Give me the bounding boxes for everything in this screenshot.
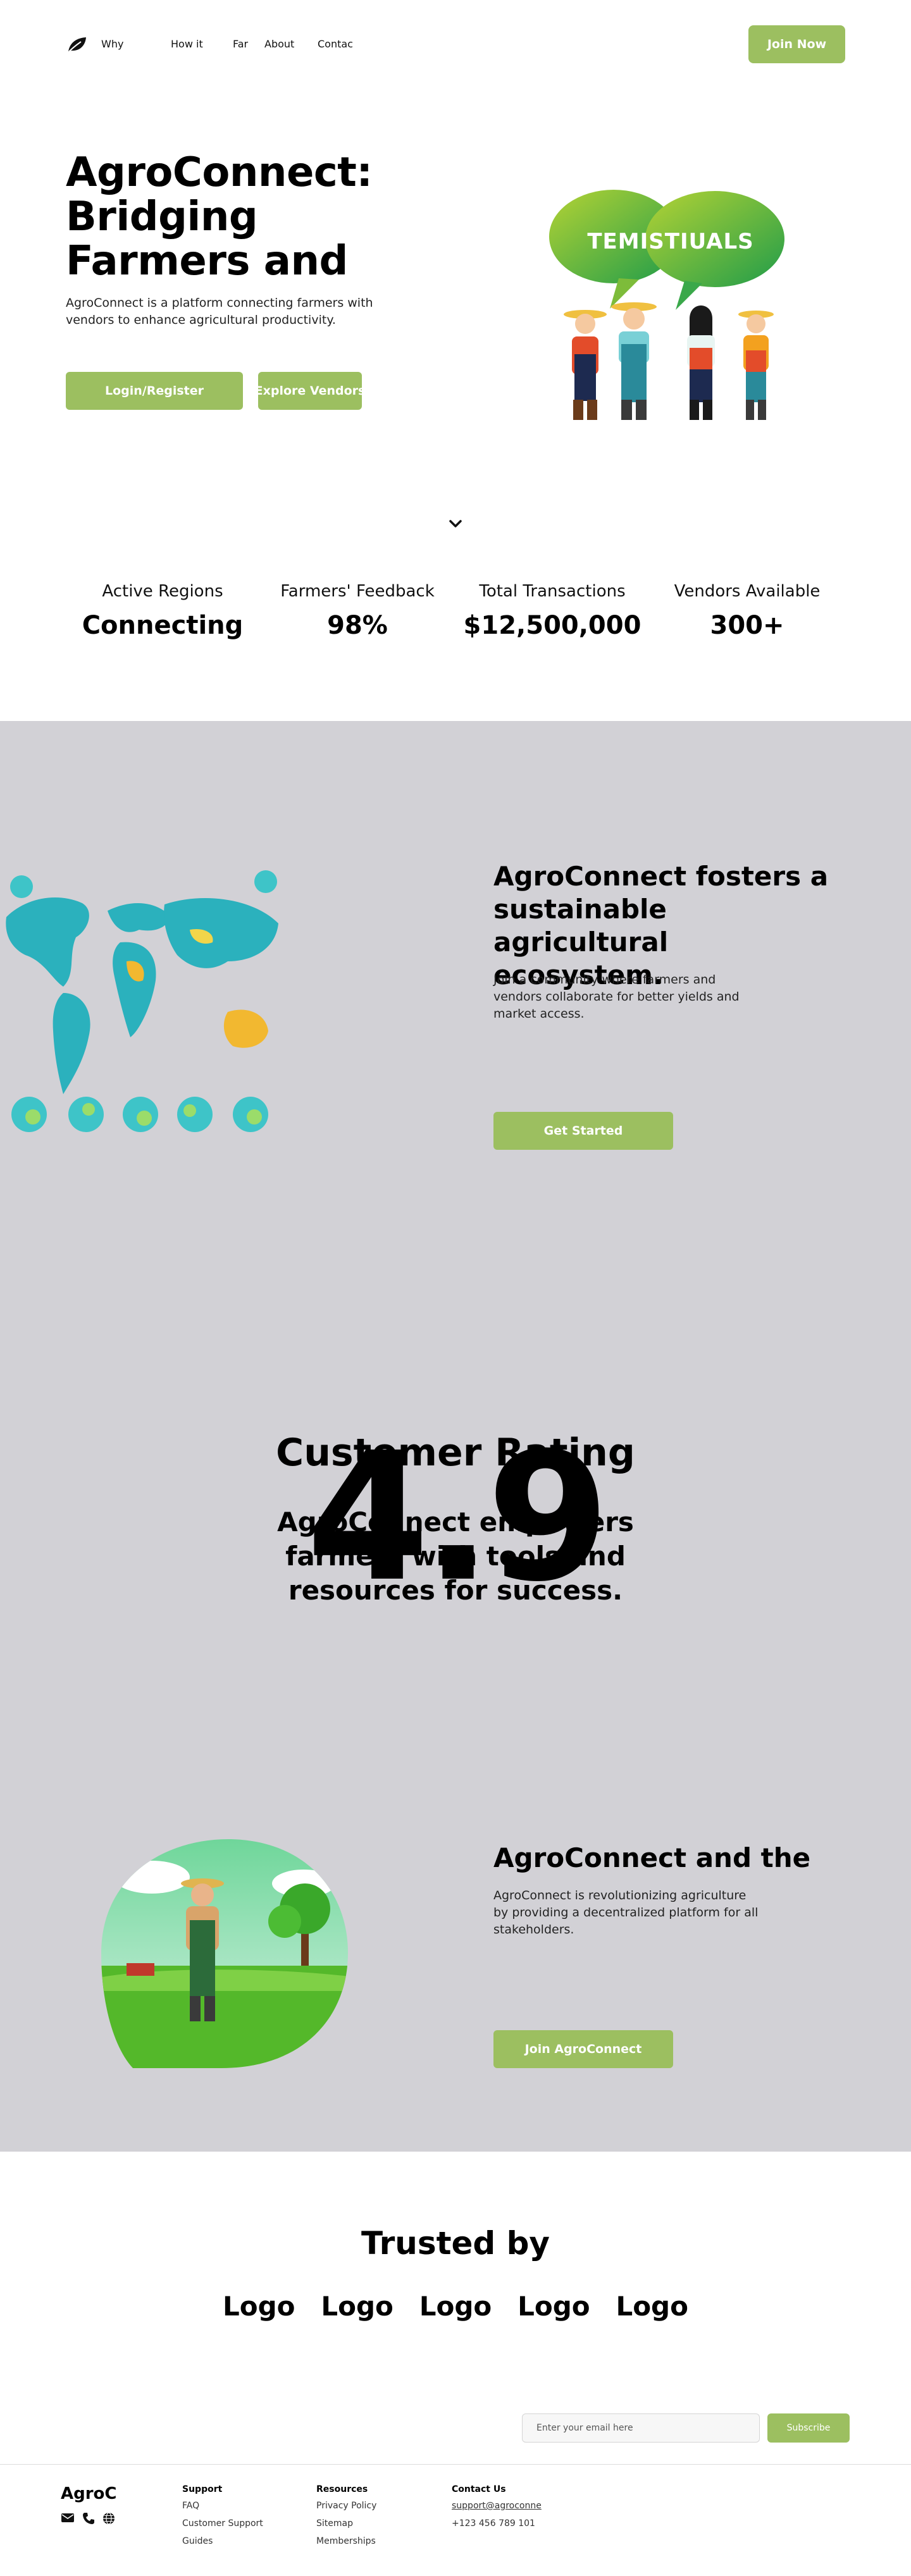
footer-link-customer-support[interactable]: Customer Support	[182, 2518, 309, 2529]
footer-resources-column: Resources Privacy Policy Sitemap Members…	[316, 2484, 443, 2554]
partner-logo: Logo	[616, 2291, 688, 2322]
stat-value-farmers-feedback: 98%	[327, 611, 388, 640]
farmers-illustration: TEMISTIUALS	[544, 185, 797, 450]
envelope-icon[interactable]	[61, 2512, 75, 2524]
top-navigation: Why How it Far About Contac Join Now	[0, 0, 911, 89]
footer-link-privacy-policy[interactable]: Privacy Policy	[316, 2501, 443, 2511]
nav-link-how-it-works[interactable]: How it	[171, 38, 203, 50]
explore-vendors-button[interactable]: Explore Vendors	[258, 372, 362, 410]
nav-link-why[interactable]: Why	[101, 38, 123, 50]
get-started-button[interactable]: Get Started	[493, 1112, 673, 1150]
subscribe-button[interactable]: Subscribe	[767, 2413, 850, 2443]
email-input[interactable]	[522, 2413, 760, 2443]
footer-support-column: Support FAQ Customer Support Guides	[182, 2484, 309, 2554]
footer-support-heading: Support	[182, 2484, 223, 2494]
footer-brand[interactable]: AgroC	[61, 2484, 117, 2503]
footer-contact-heading: Contact Us	[452, 2484, 506, 2494]
rating-value: 4.9	[306, 1415, 610, 1621]
speech-bubbles-farmers-icon	[549, 190, 784, 420]
footer-link-memberships[interactable]: Memberships	[316, 2536, 443, 2546]
join-now-button[interactable]: Join Now	[748, 25, 845, 63]
farmer-field-illustration	[95, 1839, 354, 2068]
future-subtitle: AgroConnect is revolutionizing agricultu…	[493, 1889, 759, 1937]
nav-link-farmers[interactable]: Far	[233, 38, 248, 50]
partner-logo: Logo	[517, 2291, 590, 2322]
footer-contact-phone[interactable]: +123 456 789 101	[452, 2518, 578, 2529]
login-register-button[interactable]: Login/Register	[66, 372, 243, 410]
footer-link-sitemap[interactable]: Sitemap	[316, 2518, 443, 2529]
footer-contact-email[interactable]: support@agroconne	[452, 2501, 578, 2511]
farmer-in-field-icon	[101, 1839, 348, 2068]
speech-bubble-text: TEMISTIUALS	[587, 229, 754, 254]
nav-link-about[interactable]: About	[264, 38, 294, 50]
ecosystem-subtitle: Join a community where farmers and vendo…	[493, 973, 740, 1021]
stat-label-total-transactions: Total Transactions	[479, 582, 626, 601]
partner-logo: Logo	[321, 2291, 394, 2322]
future-title: AgroConnect and the	[493, 1842, 811, 1873]
join-agroconnect-button[interactable]: Join AgroConnect	[493, 2030, 673, 2068]
footer-social-icons	[61, 2512, 115, 2525]
footer-link-guides[interactable]: Guides	[182, 2536, 309, 2546]
chevron-down-icon[interactable]	[447, 517, 464, 530]
footer-resources-heading: Resources	[316, 2484, 368, 2494]
trusted-title: Trusted by	[361, 2225, 550, 2262]
partner-logos: Logo Logo Logo Logo Logo	[223, 2291, 688, 2322]
hero-subtitle: AgroConnect is a platform connecting far…	[66, 296, 373, 327]
footer-link-faq[interactable]: FAQ	[182, 2501, 309, 2511]
phone-icon[interactable]	[82, 2512, 95, 2525]
footer-contact-column: Contact Us support@agroconne +123 456 78…	[452, 2484, 578, 2536]
stat-label-active-regions: Active Regions	[102, 582, 223, 601]
partner-logo: Logo	[223, 2291, 295, 2322]
partner-logo: Logo	[419, 2291, 492, 2322]
stat-value-active-regions: Connecting	[82, 611, 244, 640]
stat-value-total-transactions: $12,500,000	[463, 611, 641, 640]
stat-label-farmers-feedback: Farmers' Feedback	[280, 582, 435, 601]
stat-label-vendors-available: Vendors Available	[674, 582, 821, 601]
world-map-illustration	[0, 866, 290, 1145]
footer-divider	[0, 2464, 911, 2465]
world-map-icon	[6, 870, 278, 1132]
hero-title: AgroConnect: Bridging Farmers and	[66, 149, 373, 285]
globe-icon[interactable]	[102, 2512, 115, 2525]
stat-value-vendors-available: 300+	[710, 611, 784, 640]
leaf-logo-icon[interactable]	[66, 35, 87, 54]
nav-link-contact[interactable]: Contac	[318, 38, 353, 50]
